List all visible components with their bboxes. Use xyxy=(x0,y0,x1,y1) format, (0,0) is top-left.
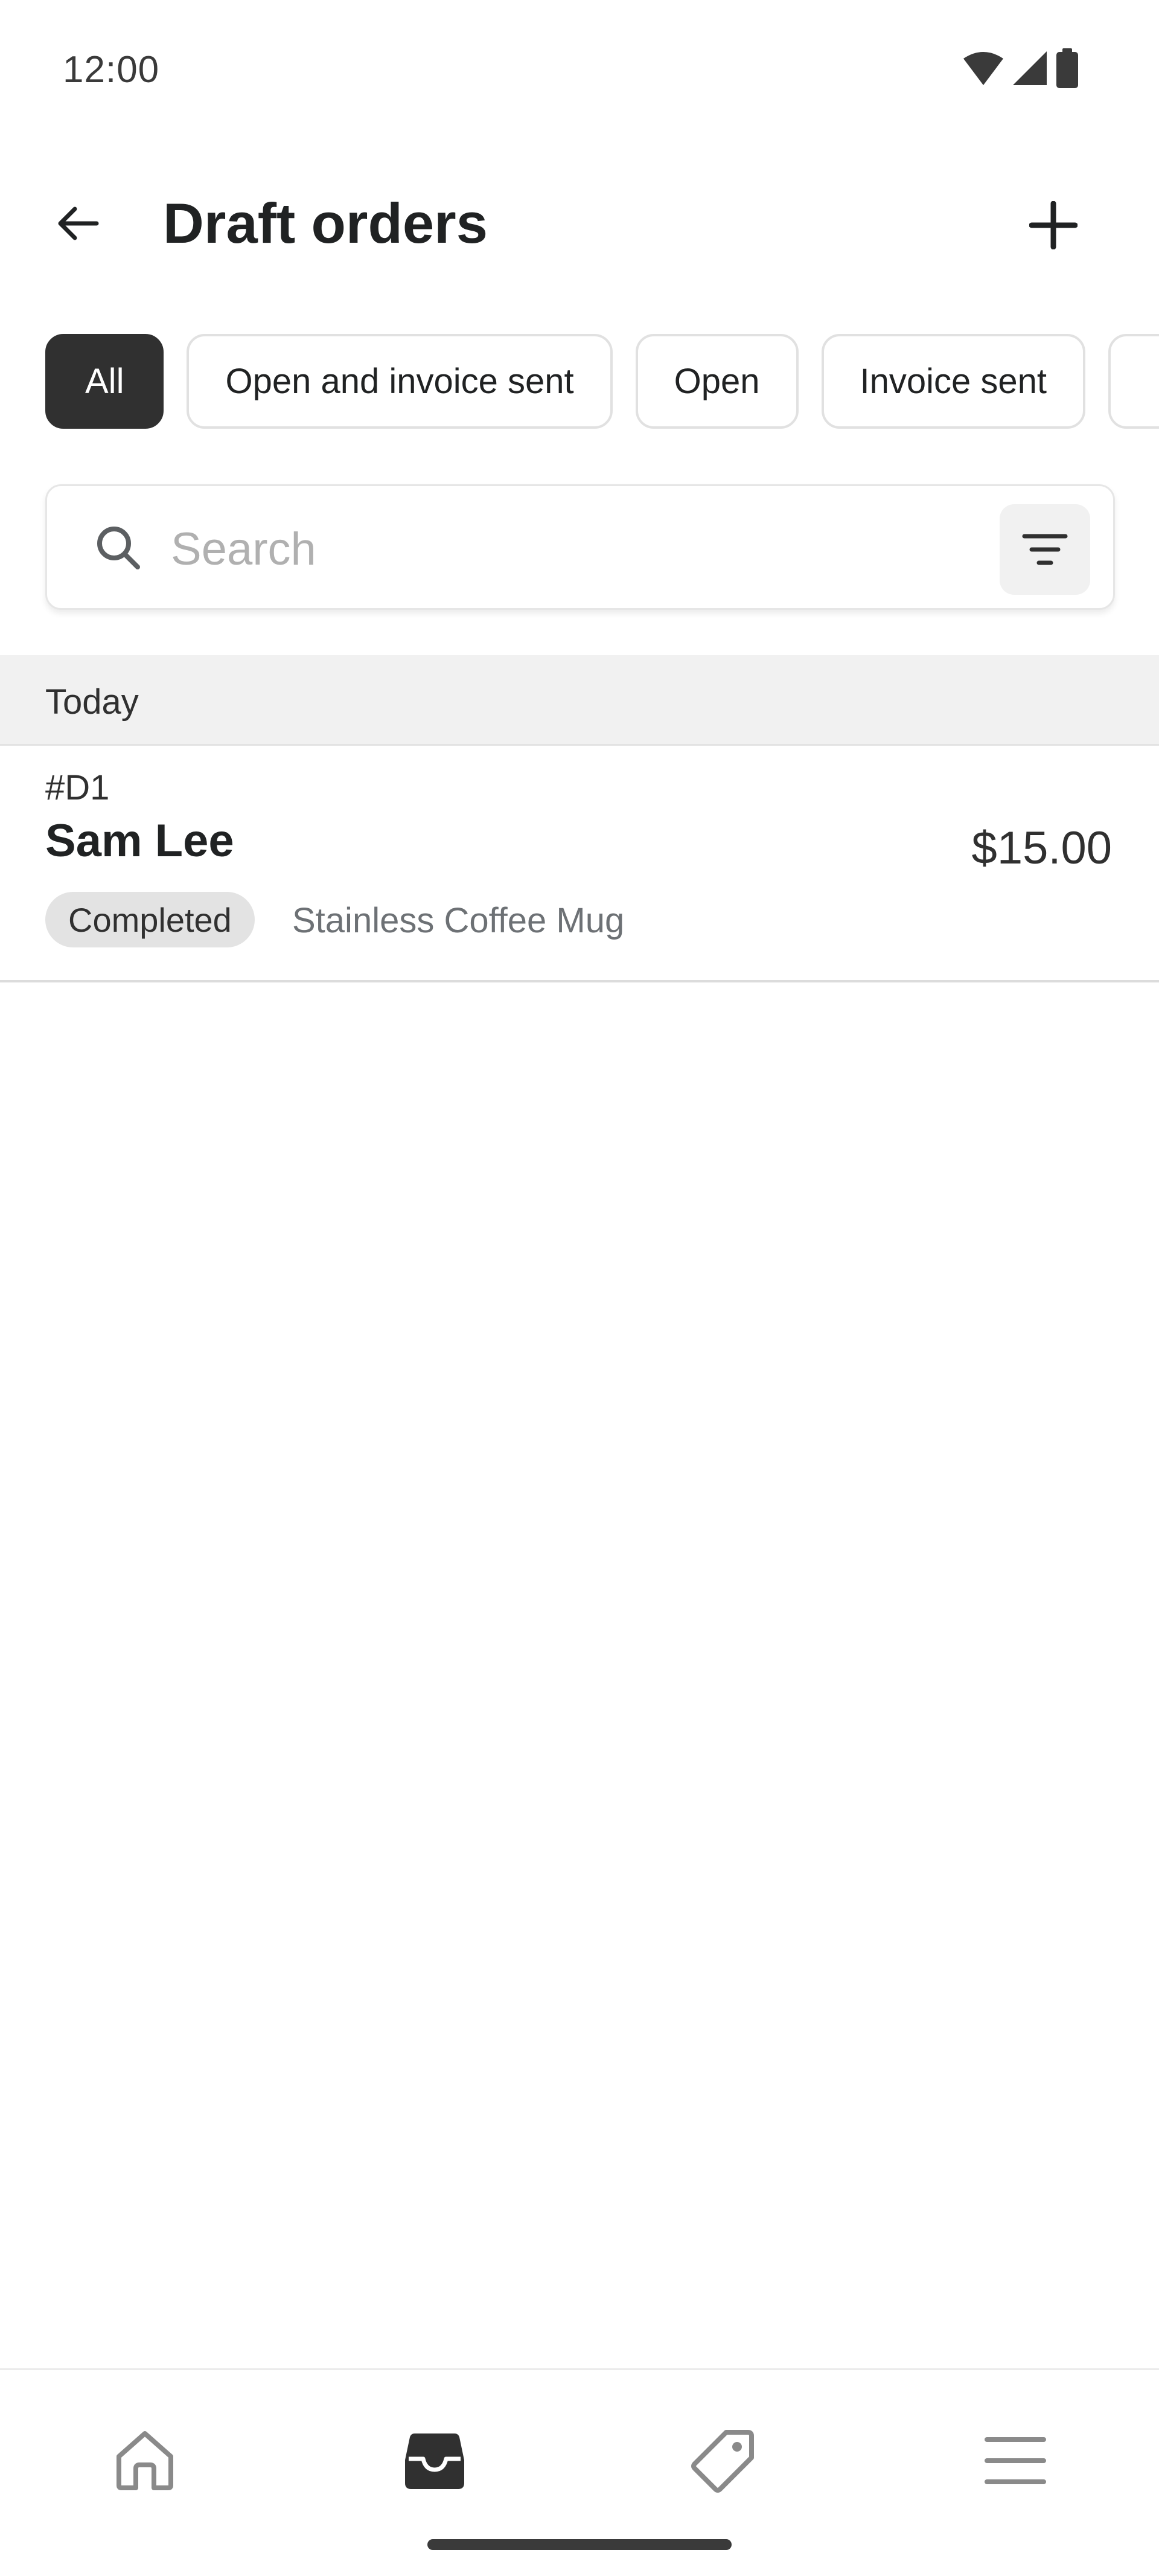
wifi-icon xyxy=(963,52,1003,85)
search-icon xyxy=(97,527,140,569)
inbox-icon xyxy=(405,2433,464,2489)
nav-orders-button[interactable] xyxy=(386,2412,483,2509)
nav-products-button[interactable] xyxy=(675,2412,771,2509)
status-icons xyxy=(962,48,1079,88)
add-draft-order-button[interactable] xyxy=(1020,192,1087,258)
order-total: $15.00 xyxy=(971,822,1112,874)
bottom-navigation xyxy=(0,2368,1159,2576)
battery-icon xyxy=(1056,48,1078,88)
home-icon xyxy=(117,2431,173,2490)
status-bar: 12:00 xyxy=(0,0,1159,145)
customer-name: Sam Lee xyxy=(45,815,234,867)
status-badge: Completed xyxy=(45,892,255,947)
nav-home-button[interactable] xyxy=(97,2412,193,2509)
draft-orders-screen: 12:00 Draft orders All Open and invoice … xyxy=(0,0,1159,2576)
filter-lines-icon xyxy=(1022,534,1068,565)
arrow-left-icon xyxy=(58,207,99,240)
menu-icon xyxy=(985,2437,1046,2484)
draft-order-row[interactable]: #D1 Sam Lee $15.00 Completed Stainless C… xyxy=(0,746,1159,982)
home-indicator[interactable] xyxy=(427,2539,732,2550)
section-header-today: Today xyxy=(0,655,1159,746)
filter-chips: All Open and invoice sent Open Invoice s… xyxy=(45,334,1159,429)
order-number: #D1 xyxy=(45,768,110,807)
status-time: 12:00 xyxy=(63,49,160,91)
search-bar xyxy=(45,484,1115,610)
plus-icon xyxy=(1029,201,1078,249)
page-title: Draft orders xyxy=(163,191,488,255)
filter-chip-open-and-invoice-sent[interactable]: Open and invoice sent xyxy=(187,334,613,429)
filter-chip-all[interactable]: All xyxy=(45,334,164,429)
filter-button[interactable] xyxy=(1000,504,1090,595)
filter-chip-open[interactable]: Open xyxy=(635,334,799,429)
back-button[interactable] xyxy=(47,193,107,254)
section-label: Today xyxy=(45,682,139,722)
tag-icon xyxy=(691,2430,754,2493)
search-input[interactable] xyxy=(171,510,956,588)
filter-chip-more[interactable] xyxy=(1108,334,1159,429)
filter-chip-invoice-sent[interactable]: Invoice sent xyxy=(821,334,1086,429)
nav-menu-button[interactable] xyxy=(967,2412,1064,2509)
cellular-icon xyxy=(1013,51,1047,85)
order-items: Stainless Coffee Mug xyxy=(292,901,625,940)
app-bar: Draft orders xyxy=(0,169,1159,278)
